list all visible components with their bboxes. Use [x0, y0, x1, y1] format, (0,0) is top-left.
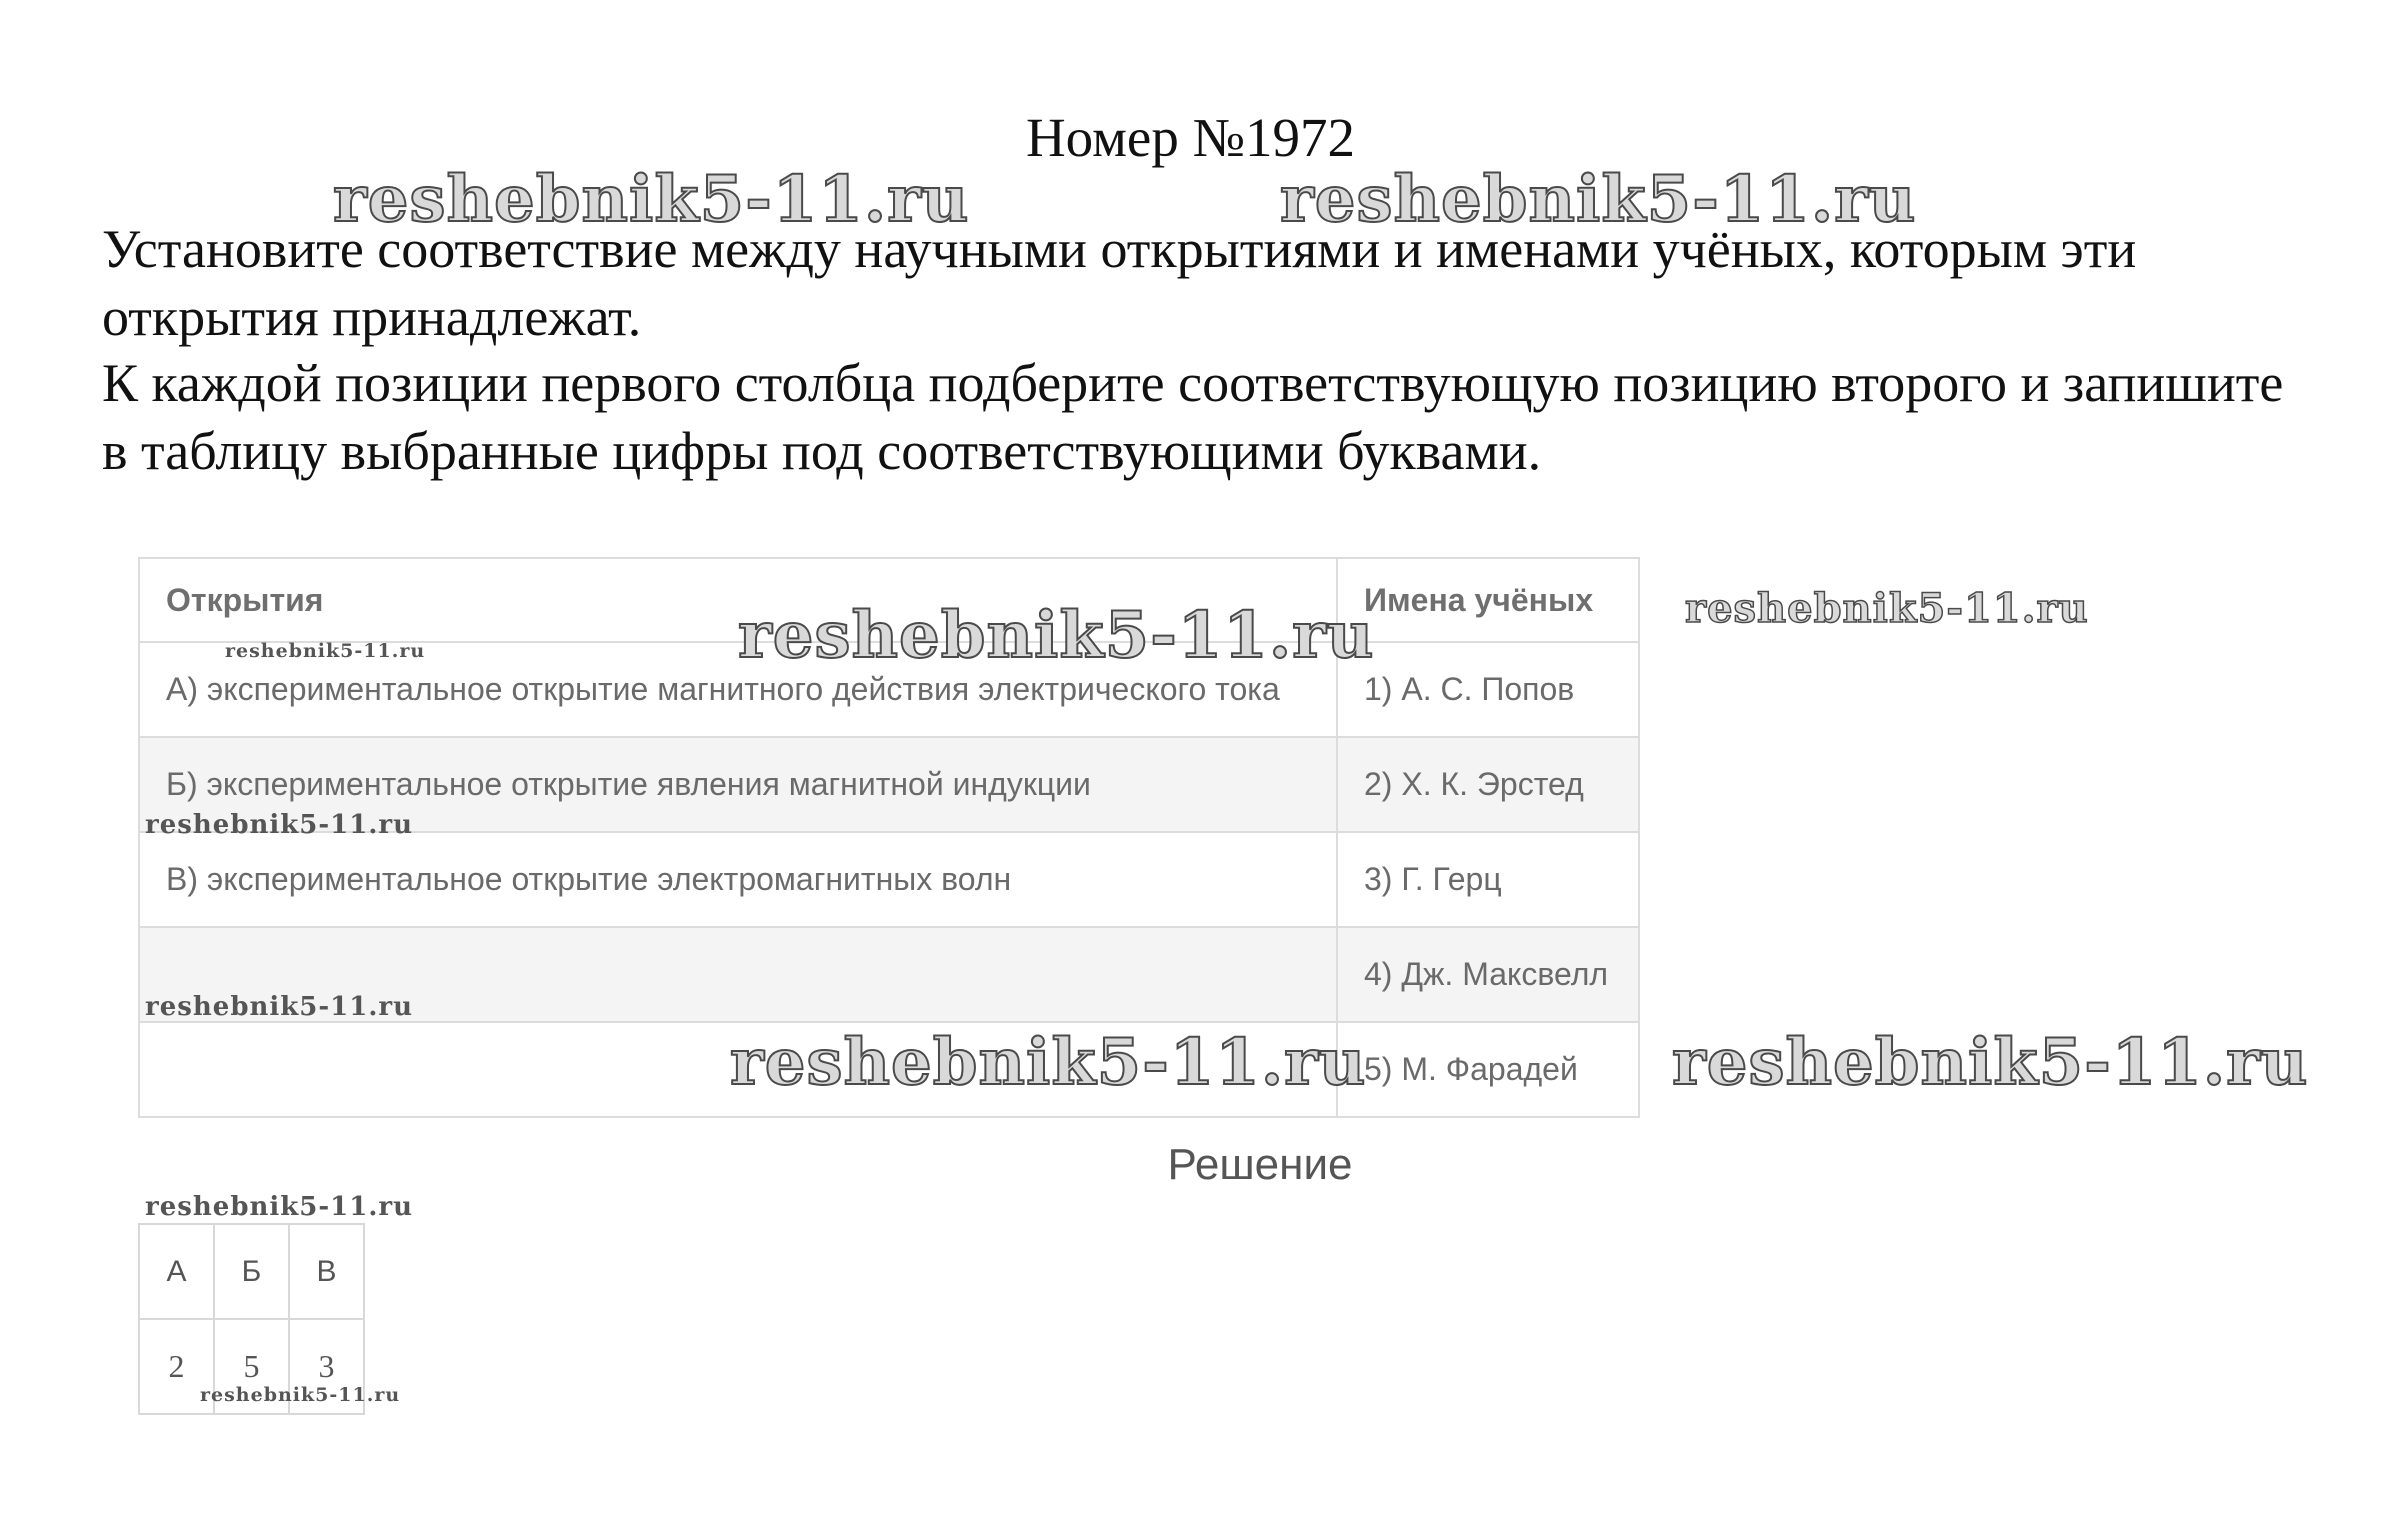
- answer-letters-row: А Б В: [138, 1223, 365, 1320]
- watermark: reshebnik5-11.ru: [729, 1024, 1367, 1101]
- answer-letter: Б: [213, 1223, 290, 1320]
- answer-letter: В: [288, 1223, 365, 1320]
- table-row: В) экспериментальное открытие электромаг…: [138, 831, 1640, 928]
- answer-letter: А: [138, 1223, 215, 1320]
- watermark: reshebnik5-11.ru: [145, 810, 414, 840]
- header-scientists: Имена учёных: [1336, 557, 1640, 643]
- watermark: reshebnik5-11.ru: [1684, 584, 2089, 633]
- watermark: reshebnik5-11.ru: [200, 1384, 401, 1406]
- scientist-cell: 1) А. С. Попов: [1336, 641, 1640, 738]
- discovery-cell: В) экспериментальное открытие электромаг…: [138, 831, 1338, 928]
- watermark: reshebnik5-11.ru: [225, 640, 426, 662]
- watermark: reshebnik5-11.ru: [1279, 161, 1917, 238]
- watermark: reshebnik5-11.ru: [1671, 1024, 2309, 1101]
- solution-title: Решение: [1167, 1140, 1353, 1189]
- scientist-cell: 3) Г. Герц: [1336, 831, 1640, 928]
- scientist-cell: 5) М. Фарадей: [1336, 1021, 1640, 1118]
- watermark: reshebnik5-11.ru: [332, 161, 970, 238]
- task-paragraph-2: К каждой позиции первого столбца подбери…: [102, 353, 2284, 481]
- watermark: reshebnik5-11.ru: [145, 1192, 414, 1222]
- scientist-cell: 4) Дж. Максвелл: [1336, 926, 1640, 1023]
- watermark: reshebnik5-11.ru: [737, 597, 1375, 674]
- watermark: reshebnik5-11.ru: [145, 992, 414, 1022]
- scientist-cell: 2) Х. К. Эрстед: [1336, 736, 1640, 833]
